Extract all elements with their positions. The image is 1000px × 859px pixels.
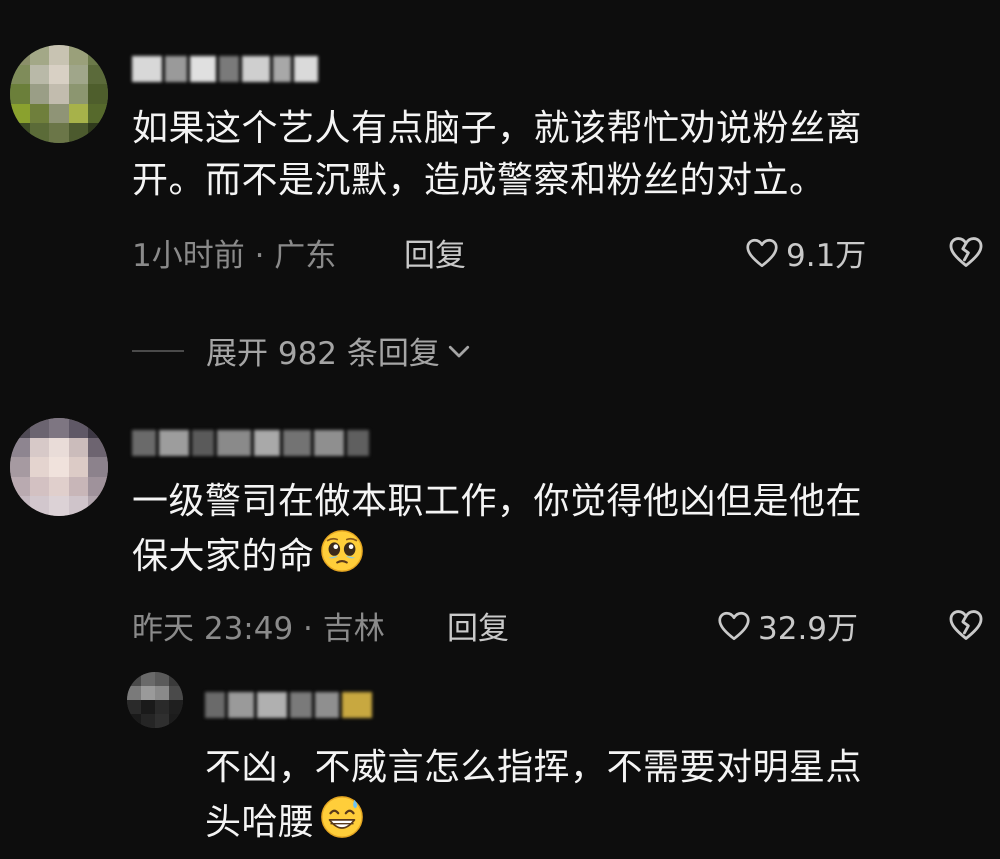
username-blurred[interactable] xyxy=(205,692,372,718)
reply-text-fragment: 头哈腰 xyxy=(205,802,315,843)
reply-item: 不凶，不威言怎么指挥，不需要对明星点 头哈腰 xyxy=(0,0,1000,859)
reply-text: 不凶，不威言怎么指挥，不需要对明星点 头哈腰 xyxy=(205,742,862,849)
reply-text-line: 头哈腰 xyxy=(205,794,862,849)
reply-text-line: 不凶，不威言怎么指挥，不需要对明星点 xyxy=(205,747,863,788)
grinning-sweat-emoji xyxy=(320,796,363,838)
avatar[interactable] xyxy=(127,672,183,728)
